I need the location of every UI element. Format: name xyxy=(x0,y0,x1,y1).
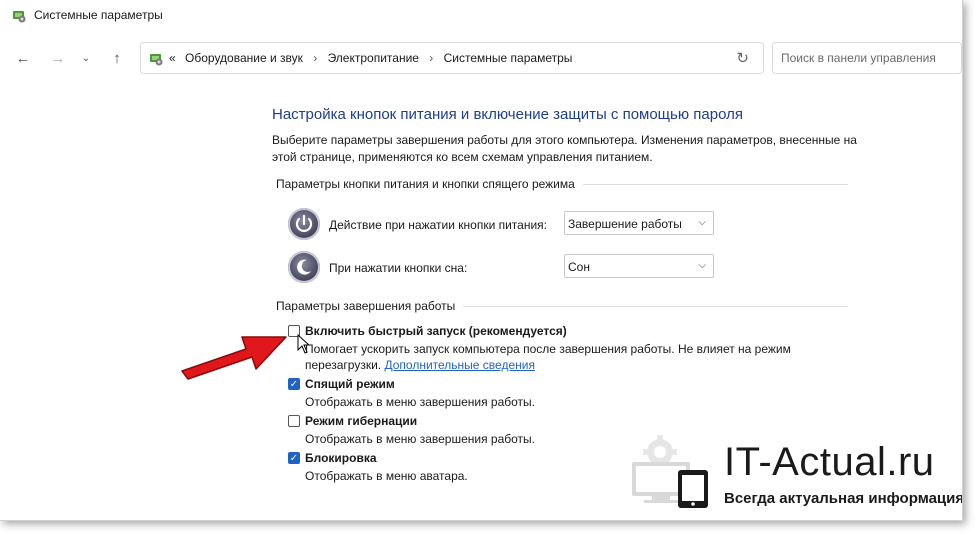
fast-startup-title[interactable]: Включить быстрый запуск (рекомендуется) xyxy=(305,324,567,338)
hibernate-checkbox[interactable] xyxy=(288,415,300,427)
fast-startup-desc-text: Помогает ускорить запуск компьютера посл… xyxy=(305,342,791,372)
control-panel-icon xyxy=(150,54,163,66)
recent-locations-button[interactable]: ⌄ xyxy=(76,40,96,76)
sleep-button-action-value: Сон xyxy=(568,260,590,274)
main-content: Настройка кнопок питания и включение защ… xyxy=(272,106,857,166)
option-sleep: ✓ Спящий режим Отображать в меню заверше… xyxy=(288,377,848,409)
sleep-button-action-select[interactable]: Сон ⌵ xyxy=(564,254,714,278)
arrow-up-icon: ↑ xyxy=(113,49,121,67)
option-fast-startup: Включить быстрый запуск (рекомендуется) … xyxy=(288,324,848,372)
page-description: Выберите параметры завершения работы для… xyxy=(272,133,857,164)
lock-checkbox[interactable]: ✓ xyxy=(288,452,300,464)
power-button-label: Действие при нажатии кнопки питания: xyxy=(329,218,548,232)
chevron-down-icon: ⌄ xyxy=(81,52,91,64)
sleep-title[interactable]: Спящий режим xyxy=(305,377,395,391)
lock-title[interactable]: Блокировка xyxy=(305,451,377,465)
arrow-right-icon: → xyxy=(50,49,66,67)
breadcrumb-item-power-options[interactable]: Электропитание xyxy=(328,51,419,65)
breadcrumb-item-hardware-sound[interactable]: Оборудование и звук xyxy=(185,51,303,65)
arrow-left-icon: ← xyxy=(15,49,31,67)
control-panel-icon xyxy=(13,11,26,23)
power-button-icon xyxy=(288,208,320,240)
red-arrow-icon xyxy=(181,336,287,380)
up-button[interactable]: ↑ xyxy=(104,40,130,76)
title-bar: Системные параметры xyxy=(0,0,962,32)
watermark-title: IT-Actual.ru xyxy=(724,440,935,484)
fast-startup-description: Помогает ускорить запуск компьютера посл… xyxy=(305,341,810,373)
breadcrumb-overflow[interactable]: « xyxy=(169,51,176,65)
page-title: Настройка кнопок питания и включение защ… xyxy=(272,106,743,123)
chevron-down-icon: ⌵ xyxy=(698,217,706,228)
section-header-shutdown: Параметры завершения работы xyxy=(276,299,464,313)
sleep-description: Отображать в меню завершения работы. xyxy=(305,395,536,409)
control-panel-window: Системные параметры ← → ⌄ ↑ « Оборудован… xyxy=(0,0,963,521)
navigation-bar: ← → ⌄ ↑ « Оборудование и звук › Электроп… xyxy=(0,40,962,76)
chevron-down-icon: ⌵ xyxy=(698,260,706,271)
section-header-power-buttons: Параметры кнопки питания и кнопки спящег… xyxy=(276,177,583,191)
window-title: Системные параметры xyxy=(34,8,163,22)
back-button[interactable]: ← xyxy=(10,40,36,76)
search-input[interactable]: Поиск в панели управления xyxy=(772,42,962,74)
forward-button[interactable]: → xyxy=(45,40,71,76)
power-button-action-select[interactable]: Завершение работы ⌵ xyxy=(564,211,714,235)
breadcrumb: « Оборудование и звук › Электропитание ›… xyxy=(169,51,572,65)
more-info-link[interactable]: Дополнительные сведения xyxy=(384,358,534,372)
it-actual-logo-icon xyxy=(632,435,708,508)
address-bar[interactable]: « Оборудование и звук › Электропитание ›… xyxy=(140,42,764,74)
watermark-subtitle: Всегда актуальная информация xyxy=(724,490,963,507)
breadcrumb-separator[interactable]: › xyxy=(429,51,433,65)
hibernate-title[interactable]: Режим гибернации xyxy=(305,414,417,428)
mouse-cursor-icon xyxy=(297,334,311,354)
breadcrumb-item-system-settings[interactable]: Системные параметры xyxy=(444,51,573,65)
sleep-button-label: При нажатии кнопки сна: xyxy=(329,261,468,275)
refresh-icon[interactable]: ↻ xyxy=(736,49,749,67)
breadcrumb-separator[interactable]: › xyxy=(313,51,317,65)
power-button-action-value: Завершение работы xyxy=(568,217,682,231)
sleep-button-icon xyxy=(288,251,320,283)
